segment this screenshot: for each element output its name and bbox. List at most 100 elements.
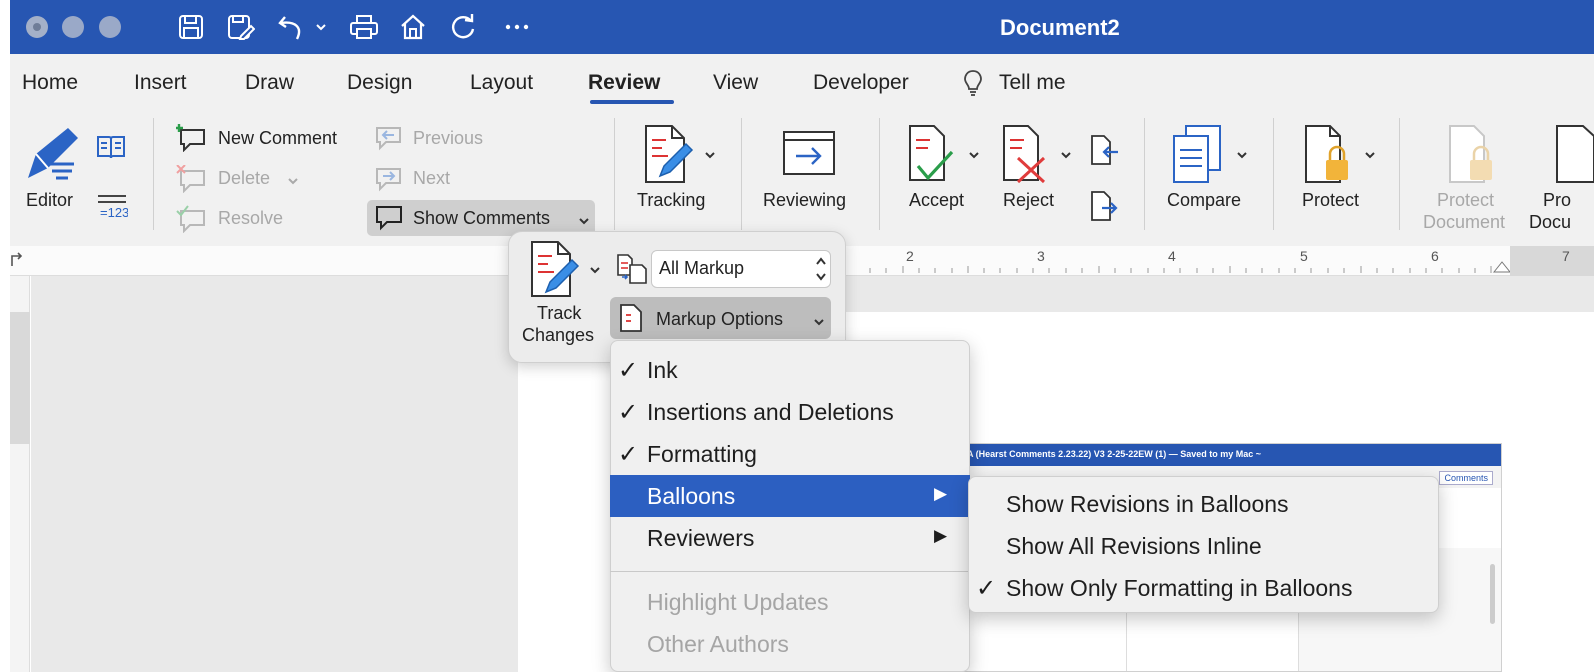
immersive-reader-icon[interactable] [96,134,126,165]
reject-label[interactable]: Reject [1003,190,1054,211]
reject-icon[interactable] [1000,124,1052,189]
menu-item-formatting[interactable]: ✓ Formatting [610,433,970,475]
new-comment-icon[interactable] [175,124,208,157]
track-changes-label-line1[interactable]: Track [537,303,581,324]
document-title: Document2 [1000,15,1120,40]
track-changes-chevron-icon[interactable] [589,262,601,280]
zoom-window-button[interactable] [99,16,121,38]
lightbulb-icon [962,68,984,103]
close-window-button[interactable] [26,16,48,38]
show-comments-chevron-icon [578,213,590,231]
word-count-icon[interactable]: =123 [96,192,129,225]
protect-document-icon [1446,124,1500,189]
show-comments-icon [374,204,404,237]
cut-off-label-line1[interactable]: Pro [1543,190,1571,211]
tab-stop-icon[interactable] [10,252,24,273]
protect-icon[interactable] [1302,124,1356,189]
redo-icon[interactable] [446,11,480,43]
restrict-document-icon[interactable] [1553,124,1594,189]
accept-icon[interactable] [906,124,958,189]
ribbon-separator [879,118,880,230]
tab-review[interactable]: Review [588,71,660,95]
select-updown-icon [815,254,827,289]
compare-icon[interactable] [1170,124,1226,189]
markup-options-label: Markup Options [656,309,784,329]
minimize-window-button[interactable] [62,16,84,38]
menu-item-label: Formatting [647,441,757,467]
home-icon[interactable] [396,11,430,43]
ruler-tick-label: 6 [1431,248,1439,264]
checkmark-icon: ✓ [618,399,639,426]
compare-label[interactable]: Compare [1167,190,1241,211]
track-changes-icon[interactable] [528,240,584,305]
next-comment-button: Next [413,168,451,188]
ruler-tick-label: 5 [1300,248,1308,264]
tab-layout[interactable]: Layout [470,71,533,95]
menu-item-label: Show Revisions in Balloons [1006,491,1289,517]
protect-label[interactable]: Protect [1302,190,1359,211]
menu-item-balloons[interactable]: Balloons ▶ [610,475,970,517]
menu-item-label: Insertions and Deletions [647,399,894,425]
menu-item-ink[interactable]: ✓ Ink [610,349,970,391]
menu-item-label: Show All Revisions Inline [1006,533,1262,559]
tab-view[interactable]: View [713,71,758,95]
ruler-tick-label: 4 [1168,248,1176,264]
ruler-margin [1510,246,1594,276]
protect-document-label-line2: Document [1423,212,1506,232]
accept-label[interactable]: Accept [909,190,964,211]
reviewing-label[interactable]: Reviewing [763,190,846,211]
ribbon-separator [1399,118,1400,230]
reject-chevron-icon[interactable] [1060,147,1072,165]
tab-draw[interactable]: Draw [245,71,294,95]
menu-item-label: Show Only Formatting in Balloons [1006,575,1353,601]
markup-options-chevron-icon [813,314,825,332]
tab-insert[interactable]: Insert [134,71,187,95]
tab-tell-me[interactable]: Tell me [999,71,1066,95]
submenu-item-show-all-revisions-inline[interactable]: Show All Revisions Inline [968,525,1439,567]
tracking-label[interactable]: Tracking [637,190,705,211]
checkmark-icon: ✓ [976,575,997,602]
ruler-tick-label: 7 [1562,248,1570,264]
delete-comment-button: Delete [218,168,271,188]
ribbon-separator [741,118,742,230]
editor-label[interactable]: Editor [26,190,73,211]
tab-developer[interactable]: Developer [813,71,909,95]
tab-design[interactable]: Design [347,71,412,95]
more-icon[interactable] [500,11,534,43]
tracking-icon[interactable] [642,124,698,189]
embedded-scrollbar [1490,564,1495,624]
tracking-chevron-icon[interactable] [704,147,716,165]
editor-icon[interactable] [22,124,82,189]
delete-comment-icon [176,164,208,198]
previous-change-icon[interactable] [1090,134,1120,171]
compare-chevron-icon[interactable] [1236,147,1248,165]
submenu-item-show-only-formatting-in-balloons[interactable]: ✓ Show Only Formatting in Balloons [968,567,1439,609]
embedded-title-bar: A (Hearst Comments 2.23.22) V3 2-25-22EW… [961,444,1501,466]
ruler-tick-label: 2 [906,248,914,264]
ruler-tick-label: 3 [1037,248,1045,264]
ribbon-separator [153,118,154,230]
menu-item-highlight-updates: Highlight Updates [610,581,970,623]
undo-dropdown-icon[interactable] [312,11,330,43]
save-as-icon[interactable] [224,11,258,43]
accept-chevron-icon[interactable] [968,147,980,165]
submenu-arrow-icon: ▶ [934,526,948,545]
menu-item-reviewers[interactable]: Reviewers ▶ [610,517,970,559]
new-comment-button[interactable]: New Comment [218,128,337,149]
track-changes-label-line2[interactable]: Changes [522,325,594,346]
markup-options-icon [619,303,643,338]
cut-off-label-line2[interactable]: Docu [1529,212,1571,233]
menu-item-insertions-deletions[interactable]: ✓ Insertions and Deletions [610,391,970,433]
protect-chevron-icon[interactable] [1364,147,1376,165]
tab-home[interactable]: Home [22,71,78,95]
submenu-item-show-revisions-in-balloons[interactable]: Show Revisions in Balloons [968,483,1439,525]
save-icon[interactable] [174,11,208,43]
resolve-comment-icon [176,205,208,238]
menu-item-label: Balloons [647,483,736,509]
vertical-ruler-margin [10,312,30,444]
undo-icon[interactable] [274,11,308,43]
next-change-icon[interactable] [1090,190,1120,227]
print-icon[interactable] [346,11,382,43]
display-for-review-value: All Markup [659,258,745,278]
reviewing-pane-icon[interactable] [782,130,836,181]
